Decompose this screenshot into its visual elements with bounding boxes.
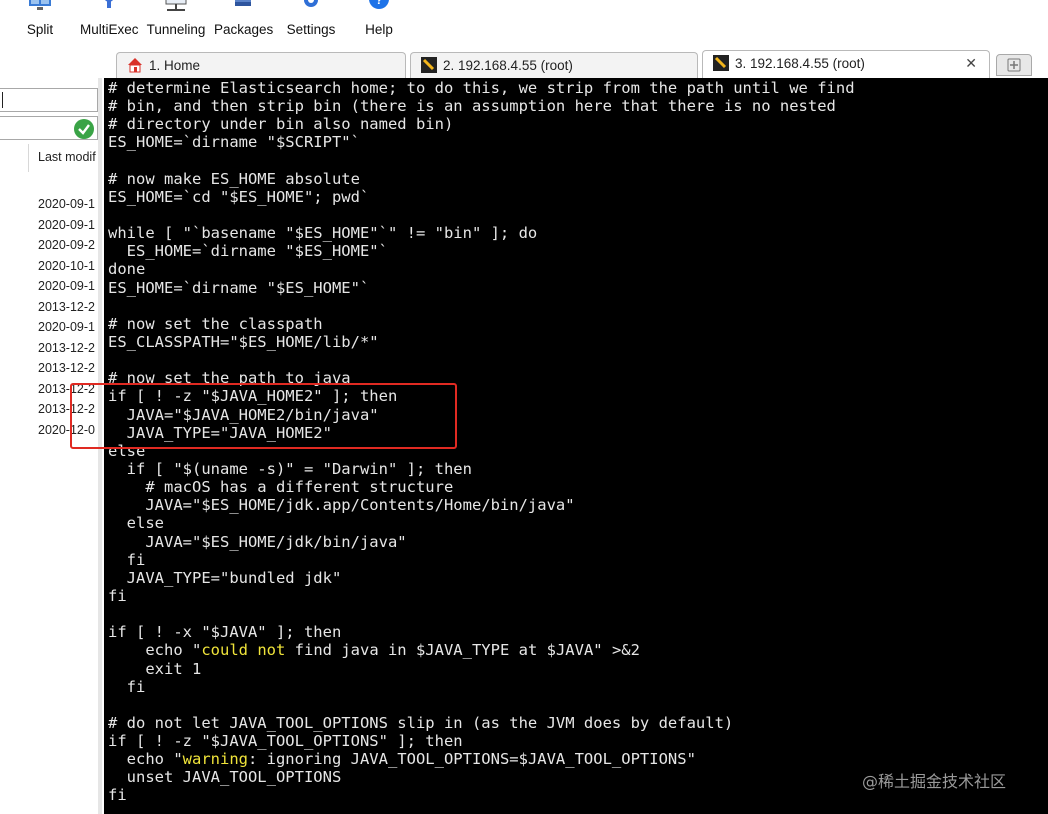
toolbar: Split MultiExec Tunneling Packages Setti… bbox=[0, 0, 1048, 48]
terminal-line: JAVA_TYPE="bundled jdk" bbox=[108, 568, 342, 587]
terminal-line: # determine Elasticsearch home; to do th… bbox=[108, 79, 855, 97]
path-input[interactable] bbox=[0, 88, 98, 112]
file-row-date[interactable]: 2020-09-2 bbox=[38, 235, 95, 256]
packages-icon bbox=[235, 0, 251, 6]
terminal-line: done bbox=[108, 260, 146, 279]
terminal-line: exit 1 bbox=[108, 659, 202, 678]
file-row-date[interactable]: 2020-09-1 bbox=[38, 317, 95, 338]
terminal-line: JAVA="$ES_HOME/jdk.app/Contents/Home/bin… bbox=[108, 496, 575, 515]
terminal-line: unset JAVA_TOOL_OPTIONS bbox=[108, 768, 342, 787]
terminal-line: ES_HOME=`dirname "$SCRIPT"` bbox=[108, 133, 360, 152]
check-icon[interactable] bbox=[74, 119, 94, 139]
close-tab-icon[interactable]: ✕ bbox=[965, 55, 977, 72]
terminal-line: echo "could not find java in $JAVA_TYPE … bbox=[108, 641, 855, 659]
settings-button[interactable]: Settings bbox=[284, 0, 338, 44]
help-icon: ? bbox=[369, 0, 389, 9]
terminal-line: fi bbox=[108, 586, 127, 605]
file-row-date[interactable]: 2020-09-1 bbox=[38, 215, 95, 236]
terminal-line: fi bbox=[108, 677, 146, 696]
terminal-text-segment: echo " bbox=[108, 750, 183, 769]
tab-session-3[interactable]: 3. 192.168.4.55 (root) ✕ bbox=[702, 50, 990, 78]
column-divider[interactable] bbox=[28, 144, 29, 172]
file-row-date[interactable]: 2020-09-1 bbox=[38, 194, 95, 215]
highlighted-keyword: warning bbox=[182, 750, 248, 769]
terminal-line: echo "warning: ignoring JAVA_TOOL_OPTION… bbox=[108, 750, 855, 768]
terminal-line: # macOS has a different structure bbox=[108, 478, 454, 497]
tunneling-icon bbox=[165, 0, 187, 11]
split-button[interactable]: Split bbox=[20, 0, 60, 44]
multiexec-button[interactable]: MultiExec bbox=[80, 0, 139, 44]
terminal-line: ES_HOME=`dirname "$ES_HOME"` bbox=[108, 278, 370, 297]
terminal-line: if [ ! -z "$JAVA_TOOL_OPTIONS" ]; then bbox=[108, 732, 463, 751]
terminal-line: while [ "`basename "$ES_HOME"`" != "bin"… bbox=[108, 224, 538, 243]
terminal-line: fi bbox=[108, 786, 127, 805]
annotation-highlight-box bbox=[70, 383, 457, 449]
tab-bar: 1. Home 2. 192.168.4.55 (root) 3. 192.16… bbox=[0, 48, 1048, 78]
terminal-line: if [ ! -x "$JAVA" ]; then bbox=[108, 623, 342, 642]
file-row-date[interactable]: 2020-09-1 bbox=[38, 276, 95, 297]
terminal-text-segment: echo " bbox=[108, 641, 202, 660]
ssh-icon bbox=[421, 57, 437, 73]
watermark: @稀土掘金技术社区 bbox=[862, 772, 1007, 791]
help-button[interactable]: ? Help bbox=[360, 0, 398, 44]
terminal-line: fi bbox=[108, 550, 146, 569]
terminal-line: ES_HOME=`dirname "$ES_HOME"` bbox=[108, 242, 388, 261]
tunneling-button[interactable]: Tunneling bbox=[146, 0, 206, 44]
terminal-line: JAVA="$ES_HOME/jdk/bin/java" bbox=[108, 532, 407, 551]
terminal-line: # bin, and then strip bin (there is an a… bbox=[108, 97, 836, 116]
highlighted-keyword: could not bbox=[201, 641, 286, 660]
plus-icon bbox=[1007, 58, 1021, 72]
text-caret bbox=[2, 92, 3, 108]
svg-text:?: ? bbox=[375, 0, 382, 7]
tab-session-2[interactable]: 2. 192.168.4.55 (root) bbox=[410, 52, 698, 78]
file-row-date[interactable]: 2013-12-2 bbox=[38, 358, 95, 379]
terminal-line: # now make ES_HOME absolute bbox=[108, 169, 360, 188]
column-header-last-modified[interactable]: Last modif bbox=[38, 150, 96, 164]
file-row-date[interactable]: 2013-12-2 bbox=[38, 338, 95, 359]
new-tab-button[interactable] bbox=[996, 54, 1032, 76]
gear-icon bbox=[304, 0, 318, 7]
terminal-line: ES_CLASSPATH="$ES_HOME/lib/*" bbox=[108, 332, 379, 351]
file-row-date[interactable]: 2020-10-1 bbox=[38, 256, 95, 277]
file-row-date[interactable]: 2013-12-2 bbox=[38, 297, 95, 318]
terminal-line: if [ "$(uname -s)" = "Darwin" ]; then bbox=[108, 459, 472, 478]
terminal-line: # now set the classpath bbox=[108, 314, 323, 333]
terminal-line: # do not let JAVA_TOOL_OPTIONS slip in (… bbox=[108, 713, 734, 732]
terminal-text-segment: find java in $JAVA_TYPE at $JAVA" >&2 bbox=[285, 641, 640, 660]
terminal-line: # directory under bin also named bin) bbox=[108, 115, 454, 134]
packages-button[interactable]: Packages bbox=[214, 0, 273, 44]
tab-home[interactable]: 1. Home bbox=[116, 52, 406, 78]
split-icon bbox=[29, 0, 51, 10]
multiexec-icon bbox=[105, 0, 113, 8]
terminal-line: ES_HOME=`cd "$ES_HOME"; pwd` bbox=[108, 187, 370, 206]
home-icon bbox=[128, 58, 142, 73]
terminal-text-segment: : ignoring JAVA_TOOL_OPTIONS=$JAVA_TOOL_… bbox=[247, 750, 696, 769]
terminal-line: else bbox=[108, 514, 164, 533]
ssh-icon bbox=[713, 55, 729, 71]
